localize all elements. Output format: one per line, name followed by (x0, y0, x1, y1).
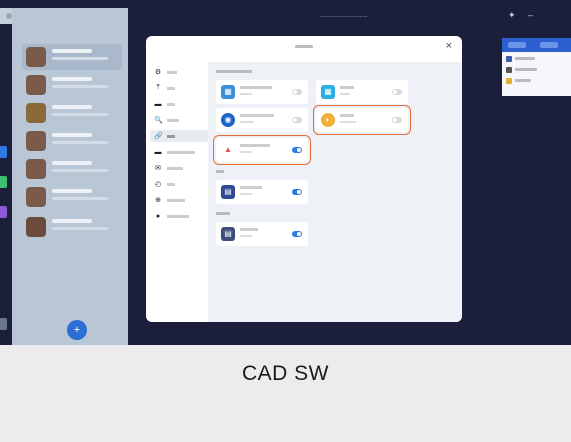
integration-card[interactable]: ◉ (216, 108, 308, 132)
toolbar-item[interactable] (506, 54, 535, 63)
toolbar-header (502, 38, 571, 52)
window-title-blur: ────────── (320, 14, 368, 20)
integration-card[interactable]: ▤ (216, 222, 308, 246)
caption: CAD SW (242, 362, 329, 385)
avatar (26, 187, 46, 207)
app-icon: ▲ (221, 143, 235, 157)
avatar (26, 103, 46, 123)
keyboard-icon: ▬ (154, 148, 162, 156)
contact-item[interactable] (22, 100, 122, 126)
upload-icon: ⤒ (156, 84, 160, 91)
app-icon: ▤ (221, 227, 235, 241)
avatar (26, 131, 46, 151)
clock-icon: ◴ (154, 181, 162, 188)
toggle-switch[interactable] (292, 189, 302, 195)
toggle-switch[interactable] (392, 117, 402, 123)
nav-item-history[interactable]: ◴ (150, 178, 208, 190)
integration-card[interactable]: ▤ (216, 180, 308, 204)
avatar (26, 217, 46, 237)
avatar (26, 75, 46, 95)
pin-icon[interactable]: ✦ (508, 10, 516, 21)
app-icon: ◉ (221, 113, 235, 127)
side-tab[interactable] (0, 176, 7, 188)
plus-circle-icon: ⊕ (155, 197, 161, 204)
nav-item-search[interactable]: 🔍 (150, 114, 208, 126)
nav-item-advanced[interactable]: ⊕ (150, 194, 208, 206)
minimize-icon[interactable]: – (528, 10, 533, 20)
nav-item-keyboard[interactable]: ▬ (150, 146, 208, 158)
side-tab[interactable] (0, 206, 7, 218)
close-button[interactable]: × (446, 40, 452, 52)
nav-item-integrations[interactable]: 🔗 (150, 130, 208, 142)
integrations-panel: ▦ ▦ ◉ ◐ ▲ ▤ ▤ (208, 62, 462, 322)
integration-card-highlighted[interactable]: ◐ (313, 105, 411, 135)
section-heading (216, 170, 224, 173)
toolbar-item[interactable] (506, 76, 531, 85)
monitor-icon: ▬ (154, 100, 162, 108)
toggle-switch[interactable] (292, 89, 302, 95)
contact-item[interactable] (22, 156, 122, 182)
compose-button[interactable]: + (67, 320, 87, 340)
integration-card[interactable]: ▦ (216, 80, 308, 104)
desktop-screenshot: + ────────── ✦ – × ⚙ ⤒ ▬ 🔍 🔗 ▬ ✉ ◴ ⊕ ● ▦… (0, 0, 571, 345)
integration-card-highlighted[interactable]: ▲ (213, 135, 311, 165)
contact-item[interactable] (22, 72, 122, 98)
grid-icon (506, 55, 512, 62)
app-icon: ◐ (321, 113, 335, 127)
info-icon: ● (155, 212, 161, 220)
contact-item[interactable] (22, 44, 122, 70)
modal-title (146, 44, 462, 50)
star-icon (506, 77, 512, 84)
side-tab[interactable] (0, 318, 7, 330)
toggle-switch[interactable] (392, 89, 402, 95)
toggle-switch[interactable] (292, 117, 302, 123)
toolbar-button[interactable] (508, 42, 526, 48)
nav-item-display[interactable]: ▬ (150, 98, 208, 110)
avatar (26, 159, 46, 179)
contact-item[interactable] (22, 214, 122, 240)
settings-nav: ⚙ ⤒ ▬ 🔍 🔗 ▬ ✉ ◴ ⊕ ● (146, 62, 208, 322)
app-icon: ▦ (321, 85, 335, 99)
settings-modal: × ⚙ ⤒ ▬ 🔍 🔗 ▬ ✉ ◴ ⊕ ● ▦ ▦ ◉ ◐ ▲ ▤ ▤ (146, 36, 462, 322)
link-icon: 🔗 (154, 133, 163, 140)
avatar (26, 47, 46, 67)
app-icon: ▦ (221, 85, 235, 99)
nav-item-about[interactable]: ● (150, 210, 208, 222)
toolbar-button[interactable] (540, 42, 558, 48)
contact-item[interactable] (22, 128, 122, 154)
toolbar-window (502, 38, 571, 96)
section-heading (216, 70, 252, 73)
toggle-switch[interactable] (292, 147, 302, 153)
nav-item-messages[interactable]: ✉ (150, 162, 208, 174)
side-tab[interactable] (0, 146, 7, 158)
list-icon (506, 66, 512, 73)
integration-card[interactable]: ▦ (316, 80, 408, 104)
section-heading (216, 212, 230, 215)
contact-item[interactable] (22, 184, 122, 210)
toolbar-item[interactable] (506, 65, 537, 74)
gear-icon: ⚙ (154, 69, 162, 76)
nav-item-general[interactable]: ⚙ (150, 66, 208, 78)
mail-icon: ✉ (155, 165, 161, 172)
nav-item-update[interactable]: ⤒ (150, 82, 208, 94)
search-icon: 🔍 (154, 117, 163, 124)
app-icon: ▤ (221, 185, 235, 199)
toggle-switch[interactable] (292, 231, 302, 237)
